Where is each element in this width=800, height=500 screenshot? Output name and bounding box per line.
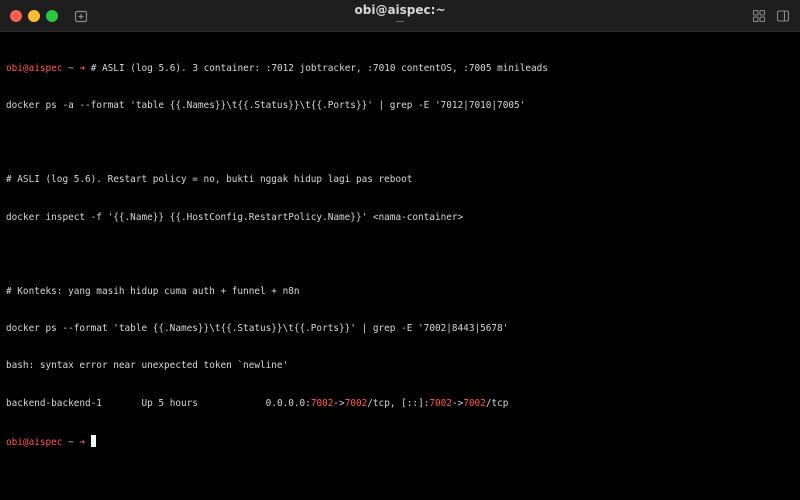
prompt-dir: ~ bbox=[68, 436, 74, 448]
prompt-user: obi@aispec bbox=[6, 436, 63, 448]
port-match: 7002 bbox=[429, 397, 452, 409]
prompt-dir: ~ bbox=[68, 62, 74, 74]
port-text: /tcp bbox=[485, 397, 509, 409]
terminal-line: docker inspect -f '{{.Name}} {{.HostConf… bbox=[6, 211, 464, 223]
terminal-line-result: backend-backend-1 Up 5 hours 0.0.0.0:700… bbox=[6, 398, 794, 410]
grid-icon[interactable] bbox=[752, 9, 766, 23]
terminal-line: obi@aispec ~ ➜ # ASLI (log 5.6). 3 conta… bbox=[6, 63, 794, 75]
window-title: obi@aispec:~ bbox=[354, 3, 446, 17]
text-cursor[interactable] bbox=[90, 434, 96, 447]
prompt-arrow: ➜ bbox=[79, 62, 86, 74]
port-match: 7002 bbox=[344, 397, 368, 409]
port-text: /tcp, [::]: bbox=[367, 397, 430, 409]
title-bar: obi@aispec:~ bbox=[0, 0, 800, 32]
container-status: Up 5 hours bbox=[141, 397, 198, 409]
sidebar-icon[interactable] bbox=[776, 9, 790, 23]
terminal-line: # Konteks: yang masih hidup cuma auth + … bbox=[6, 286, 300, 298]
port-match: 7002 bbox=[463, 397, 486, 409]
port-text: -> bbox=[333, 397, 345, 409]
port-text: -> bbox=[451, 397, 464, 409]
terminal-line-prompt: obi@aispec ~ ➜ bbox=[6, 434, 794, 448]
terminal-line: docker ps -a --format 'table {{.Names}}\… bbox=[6, 100, 526, 112]
prompt-user: obi@aispec bbox=[6, 62, 63, 74]
terminal-line: docker ps --format 'table {{.Names}}\t{{… bbox=[6, 323, 509, 335]
command-text: # ASLI (log 5.6). 3 container: :7012 job… bbox=[90, 62, 548, 74]
terminal-output[interactable]: obi@aispec ~ ➜ # ASLI (log 5.6). 3 conta… bbox=[6, 38, 794, 472]
container-ports: 0.0.0.0:7002->7002/tcp, [::]:7002->7002/… bbox=[266, 398, 509, 409]
terminal-line-error: bash: syntax error near unexpected token… bbox=[6, 360, 289, 372]
title-indicator bbox=[396, 21, 404, 22]
port-match: 7002 bbox=[310, 397, 334, 409]
container-name: backend-backend-1 bbox=[6, 397, 102, 409]
prompt-arrow: ➜ bbox=[79, 436, 86, 448]
terminal-line: # ASLI (log 5.6). Restart policy = no, b… bbox=[6, 174, 413, 186]
port-text: 0.0.0.0: bbox=[265, 397, 311, 409]
terminal-window: obi@aispec:~ obi@aispec ~ ➜ # ASLI (log … bbox=[0, 0, 800, 500]
